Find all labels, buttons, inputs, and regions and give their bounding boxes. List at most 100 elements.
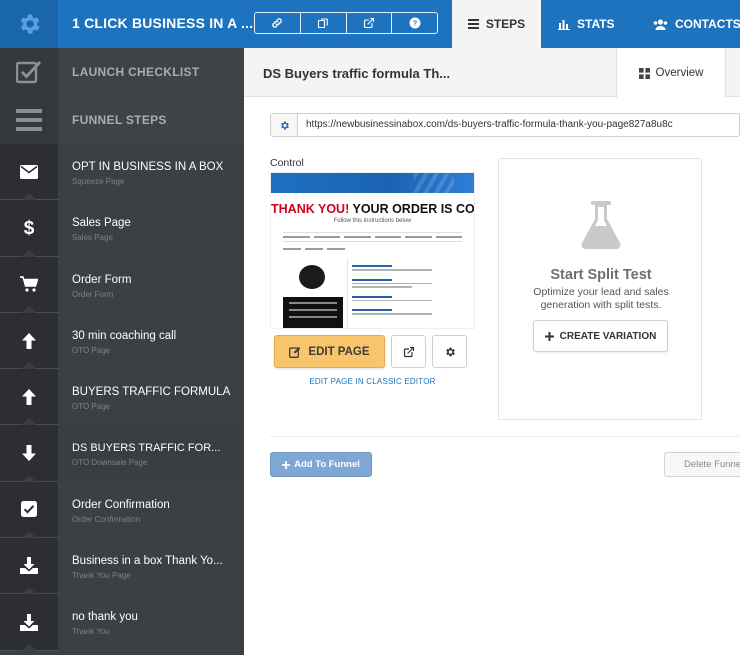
funnel-step-order-confirmation[interactable]: Order Confirmation Order Confirmation [0,481,244,539]
funnel-tools: ? [254,12,438,34]
page-url-field[interactable]: https://newbusinessinabox.com/ds-buyers-… [298,113,740,137]
help-button[interactable]: ? [392,13,437,33]
checklist-icon [16,60,42,84]
envelope-icon [20,164,38,179]
step-name: Business in a box Thank Yo... [72,555,223,568]
thumbnail-dark-block [283,297,343,328]
split-test-description: Optimize your lead and sales generation … [533,286,669,311]
checkbox-icon [21,501,37,518]
funnel-step-ds-buyers-traffic[interactable]: DS BUYERS TRAFFIC FOR... OTO Downsale Pag… [0,425,244,483]
edit-page-button[interactable]: EDIT PAGE [274,335,385,368]
download-icon [20,613,38,631]
menu-icon [16,109,42,131]
tab-stats-label: STATS [577,17,615,31]
arrow-up-icon [22,388,36,405]
svg-text:?: ? [412,21,416,28]
create-variation-label: CREATE VARIATION [559,330,657,342]
copy-button[interactable] [301,13,347,33]
funnel-step-no-thank-you[interactable]: no thank you Thank You [0,594,244,651]
funnel-steps-label: FUNNEL STEPS [72,113,167,127]
main-panel: DS Buyers traffic formula Th... Overview… [244,48,740,655]
url-settings-button[interactable] [270,113,298,137]
step-type: OTO Page [72,345,111,355]
arrow-up-icon [22,332,36,349]
step-name: 30 min coaching call [72,329,177,342]
step-type: Thank You [72,627,110,637]
top-bar: 1 CLICK BUSINESS IN A ... ? STEPS STATS [0,0,740,48]
sidebar: LAUNCH CHECKLIST FUNNEL STEPS OPT IN BUS… [0,48,244,655]
control-actions: EDIT PAGE [274,335,467,368]
copy-icon [318,18,328,29]
split-test-title: Start Split Test [550,267,652,283]
step-type: Squeeze Page [72,177,125,186]
tab-contacts[interactable]: CONTACTS [653,0,740,48]
external-link-icon [403,346,414,357]
step-name: BUYERS TRAFFIC FORMULA [72,386,231,399]
funnel-step-sales-page[interactable]: $ Sales Page Sales Page [0,200,244,257]
list-icon [467,19,479,29]
svg-text:$: $ [24,218,35,238]
cart-icon [20,276,38,292]
page-settings-button[interactable] [432,335,467,368]
funnel-step-list: OPT IN BUSINESS IN A BOX Squeeze Page $ S… [0,144,244,651]
step-name: Sales Page [72,217,131,230]
funnel-step-coaching-call[interactable]: 30 min coaching call OTO Page [0,312,244,370]
step-name: Order Confirmation [72,498,170,511]
classic-editor-link[interactable]: EDIT PAGE IN CLASSIC EDITOR [270,377,475,386]
app-root: 1 CLICK BUSINESS IN A ... ? STEPS STATS [0,0,740,655]
gear-icon [20,14,40,34]
preview-page-button[interactable] [391,335,426,368]
page-header: DS Buyers traffic formula Th... Overview [244,48,740,98]
step-type: Order Confirmation [72,514,141,524]
control-label: Control [270,157,304,169]
step-name: DS BUYERS TRAFFIC FOR... [72,442,221,455]
link-button[interactable] [255,13,301,33]
tab-steps[interactable]: STEPS [452,0,541,48]
page-url-row: https://newbusinessinabox.com/ds-buyers-… [270,113,740,137]
step-type: Order Form [72,289,114,299]
tab-overview[interactable]: Overview [616,48,726,98]
split-test-card: Start Split Test Optimize your lead and … [498,158,702,420]
bar-chart-icon [558,19,570,30]
page-title: DS Buyers traffic formula Th... [263,66,451,81]
step-type: OTO Page [72,402,111,412]
arrow-down-icon [22,445,36,462]
settings-gear-button[interactable] [0,0,58,48]
delete-step-button[interactable]: Delete Funnel Step [664,452,740,477]
step-type: Sales Page [72,233,113,243]
dollar-icon: $ [24,218,35,238]
open-page-button[interactable] [347,13,393,33]
launch-checklist-item[interactable]: LAUNCH CHECKLIST [0,48,244,96]
tab-contacts-label: CONTACTS [675,17,740,31]
funnel-step-thank-you[interactable]: Business in a box Thank Yo... Thank You P… [0,538,244,595]
step-name: Order Form [72,273,132,286]
edit-page-label: EDIT PAGE [308,345,370,358]
funnel-steps-header: FUNNEL STEPS [0,96,244,144]
funnel-step-buyers-traffic[interactable]: BUYERS TRAFFIC FORMULA OTO Page [0,369,244,426]
add-to-funnel-button[interactable]: Add To Funnel [270,452,372,477]
funnel-step-order-form[interactable]: Order Form Order Form [0,256,244,314]
thumbnail-body [283,259,463,328]
funnel-title[interactable]: 1 CLICK BUSINESS IN A ... [72,15,253,31]
edit-icon [289,346,301,358]
thumbnail-banner [271,173,474,193]
thumbnail-subnav [283,246,462,252]
step-name: OPT IN BUSINESS IN A BOX [72,161,224,173]
plus-icon [282,460,291,469]
tab-overview-label: Overview [655,67,704,79]
thumbnail-subline: Follow this instructions below [333,218,412,224]
users-icon [653,18,668,30]
tab-stats[interactable]: STATS [558,0,615,48]
gear-icon [445,347,455,356]
thumbnail-text-column [347,259,463,328]
create-variation-button[interactable]: CREATE VARIATION [533,320,668,352]
download-icon [20,557,38,575]
step-type: Thank You Page [72,571,131,581]
section-divider [270,436,740,437]
add-to-funnel-label: Add To Funnel [294,459,360,470]
page-thumbnail[interactable]: THANK YOU! YOUR ORDER IS COMPLETE! Follo… [270,172,475,329]
funnel-step-opt-in[interactable]: OPT IN BUSINESS IN A BOX Squeeze Page [0,144,244,201]
gear-icon [280,120,289,130]
help-icon: ? [409,17,421,29]
step-type: OTO Downsale Page [72,458,148,468]
